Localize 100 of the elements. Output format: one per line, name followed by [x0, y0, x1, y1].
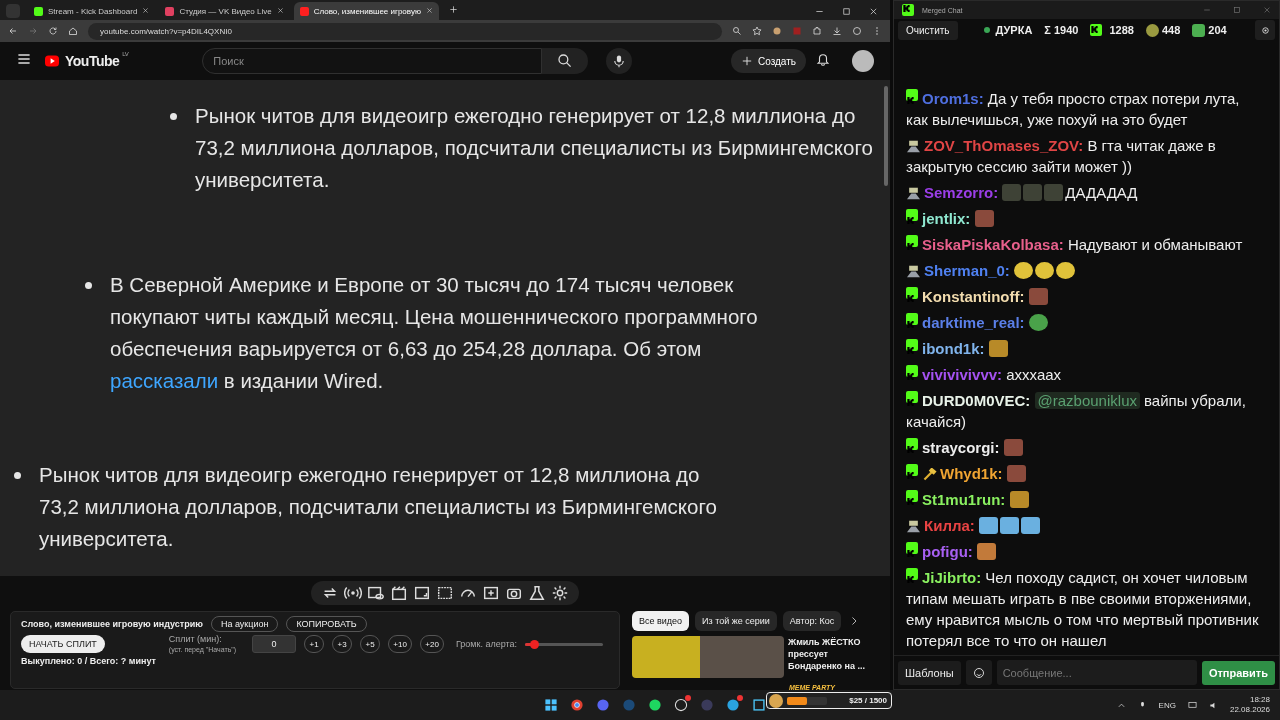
- notification-dot: [685, 695, 691, 701]
- increment-button[interactable]: +20: [420, 635, 445, 653]
- templates-button[interactable]: Шаблоны: [898, 660, 961, 685]
- browser-tab[interactable]: Студия — VK Видео Live: [159, 2, 290, 20]
- flask-icon[interactable]: [528, 584, 546, 602]
- language-indicator[interactable]: ENG: [1158, 700, 1176, 710]
- monitor-icon[interactable]: [1187, 700, 1197, 710]
- viewer-count: 1288: [1109, 24, 1134, 36]
- clock[interactable]: 18:28 22.08.2026: [1229, 695, 1270, 715]
- emote-icon: [1023, 184, 1043, 201]
- chat-message: Semzorro: ДАДАДАД: [906, 182, 1265, 203]
- search-field[interactable]: Поиск: [202, 48, 543, 74]
- start-split-button[interactable]: НАЧАТЬ СПЛИТ: [21, 635, 105, 653]
- puzzle-icon[interactable]: [812, 26, 822, 36]
- menu-icon[interactable]: [16, 51, 32, 67]
- search-button[interactable]: [542, 48, 589, 74]
- chat-message: Konstantinoff:: [906, 286, 1265, 307]
- app-icon[interactable]: [752, 698, 766, 712]
- increment-button[interactable]: +3: [332, 635, 353, 653]
- bell-icon[interactable]: [816, 52, 830, 66]
- home-icon[interactable]: [68, 26, 78, 36]
- progress-text: $25 / 1500: [849, 696, 887, 705]
- windows-icon[interactable]: [544, 698, 558, 712]
- search-icon: [557, 53, 574, 69]
- chat-message: vivivivivvv: ахххаах: [906, 364, 1265, 385]
- eye-card-icon[interactable]: [367, 584, 385, 602]
- panel-title: Слово, изменившее игровую индустрию: [21, 619, 203, 629]
- increment-button[interactable]: +5: [360, 635, 381, 653]
- browser-tab[interactable]: Stream - Kick Dashboard: [28, 2, 156, 20]
- chat-app-icon[interactable]: [596, 698, 610, 712]
- volume-label: Громк. алерта:: [455, 639, 517, 649]
- broadcast-icon[interactable]: [344, 584, 362, 602]
- volume-slider[interactable]: [525, 642, 603, 646]
- site-icon: [299, 6, 309, 16]
- hammer-badge-icon: [922, 468, 937, 481]
- emote-icon: [999, 517, 1019, 534]
- chat-message: Orom1s: Да у тебя просто страх потери лута, как вылечишься, уже похуй на это будет: [906, 88, 1241, 130]
- viewer-count: 448: [1161, 24, 1181, 36]
- browser-tab[interactable]: Слово, изменившее игровую: [293, 2, 439, 20]
- video-thumbnail[interactable]: [632, 636, 784, 678]
- emote-icon: [988, 340, 1008, 357]
- close-icon[interactable]: [425, 7, 433, 14]
- emoji-button[interactable]: [965, 660, 992, 685]
- increment-button[interactable]: +10: [388, 635, 413, 653]
- kick-badge-icon: [1090, 24, 1103, 36]
- add-box-icon[interactable]: [482, 584, 500, 602]
- subtitles-icon[interactable]: [436, 584, 454, 602]
- clear-button[interactable]: Очистить: [898, 20, 958, 40]
- kick-badge-icon: [906, 438, 918, 450]
- star-icon[interactable]: [752, 26, 762, 36]
- voice-search-button[interactable]: [606, 48, 633, 74]
- split-label: Сплит (мин):: [168, 634, 223, 645]
- filter-chip[interactable]: Автор: Кос: [782, 611, 842, 631]
- chat-message: JiJibrto: Чел походу садист, он хочет чиловым типам мешать играть в пве своими вторжениями, ему нравится мысль о том что мертвый противник потерял все то что он нашел: [906, 567, 1260, 651]
- profile-icon[interactable]: [852, 26, 862, 36]
- clapperboard-icon[interactable]: [390, 584, 408, 602]
- messenger-icon[interactable]: [726, 698, 740, 712]
- split-input[interactable]: 0: [252, 635, 297, 653]
- kick-badge-icon: [906, 542, 918, 554]
- settings-button[interactable]: [1255, 20, 1275, 40]
- viewer-count: Σ 1940: [1044, 24, 1079, 36]
- reload-icon[interactable]: [48, 26, 58, 36]
- kick-badge-icon: [906, 89, 918, 101]
- frame-icon[interactable]: [413, 584, 431, 602]
- panel-button[interactable]: КОПИРОВАТЬ: [286, 616, 367, 632]
- increment-button[interactable]: +1: [304, 635, 325, 653]
- message-field[interactable]: Сообщение...: [996, 660, 1197, 685]
- mention-link[interactable]: @razbouniklux: [1034, 392, 1140, 409]
- paragraph: В Северной Америке и Европе от 30 тысяч до 174 тысяч человек покупают читы каждый месяц. Цена мошеннического программного обеспечения варьируется от 6,63 до 254,28 доллара. Об этом рассказали в издании Wired.: [110, 272, 759, 394]
- emote-icon: [977, 543, 996, 560]
- robot-badge-icon: [906, 265, 921, 278]
- download-icon[interactable]: [832, 26, 842, 36]
- emote-icon: [978, 517, 998, 534]
- video-title[interactable]: Жмиль ЖЁСТКО прессует Бондаренко на ...: [788, 636, 884, 674]
- music-app-icon[interactable]: [648, 698, 662, 712]
- send-button[interactable]: Отправить: [1201, 660, 1275, 685]
- back-icon[interactable]: [8, 26, 18, 36]
- zoom-icon[interactable]: [732, 26, 742, 36]
- recorder-icon[interactable]: [674, 698, 688, 712]
- chat-message: ibond1k:: [906, 338, 1265, 359]
- settings-icon[interactable]: [551, 584, 569, 602]
- plus-icon[interactable]: [448, 5, 458, 14]
- slider-thumb[interactable]: [530, 639, 540, 649]
- viewer-count: 204: [1208, 24, 1227, 36]
- bullet-icon: [14, 472, 21, 479]
- link[interactable]: рассказали: [110, 369, 219, 392]
- emote-icon: [1035, 262, 1055, 279]
- robot-badge-icon: [906, 520, 921, 533]
- kick-badge-icon: [902, 4, 914, 16]
- address-field[interactable]: youtube.com/watch?v=p4DIL4QXNI0: [88, 22, 722, 40]
- site-icon: [165, 6, 175, 16]
- emote-icon: [1044, 184, 1064, 201]
- browser-icon[interactable]: [570, 698, 584, 712]
- filter-chip[interactable]: Из той же серии: [695, 611, 777, 631]
- panel-button[interactable]: На аукцион: [210, 616, 279, 632]
- youtube-logo[interactable]: YouTube $^{LV}$: [42, 53, 129, 69]
- create-button[interactable]: Создать: [731, 49, 806, 73]
- scrollbar[interactable]: [884, 86, 888, 186]
- filter-chip[interactable]: Все видео: [632, 611, 690, 631]
- avatar[interactable]: [852, 50, 874, 72]
